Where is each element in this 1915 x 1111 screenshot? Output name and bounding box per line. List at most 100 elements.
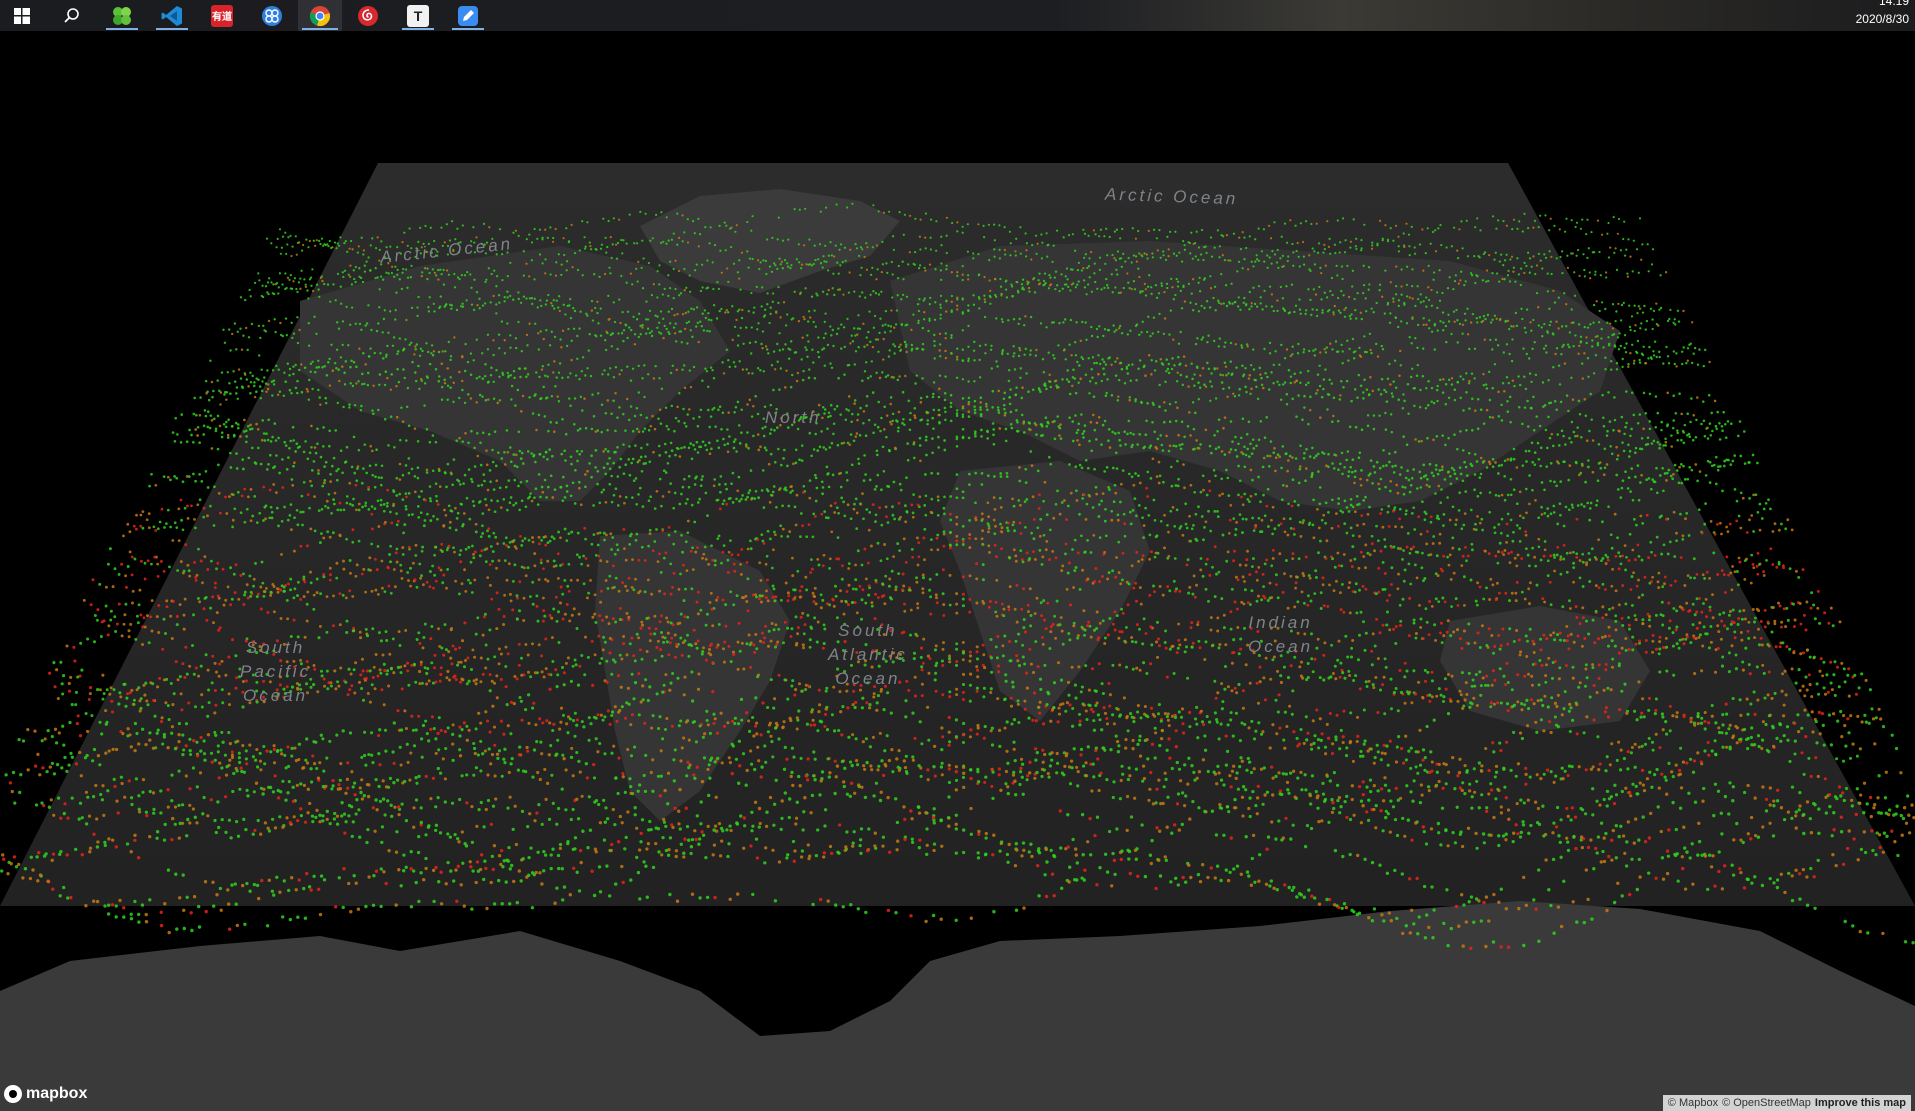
taskbar-app-netease-music[interactable] xyxy=(348,0,388,31)
data-point xyxy=(1163,401,1166,404)
data-point xyxy=(1622,237,1625,241)
data-point xyxy=(1380,377,1384,381)
data-point xyxy=(878,331,881,335)
data-point xyxy=(1365,310,1368,313)
data-point xyxy=(1244,385,1247,389)
data-point xyxy=(1261,308,1264,311)
taskbar-app-typora[interactable]: T xyxy=(398,0,438,31)
data-point xyxy=(746,495,749,499)
data-point xyxy=(758,267,761,271)
data-point xyxy=(745,326,748,329)
data-point xyxy=(1229,341,1233,345)
data-point xyxy=(401,473,405,477)
data-point xyxy=(772,350,776,353)
data-point xyxy=(696,501,700,504)
data-point xyxy=(1640,322,1643,325)
data-point xyxy=(1172,338,1175,341)
windows-start-button[interactable] xyxy=(2,0,42,31)
data-point xyxy=(1580,503,1583,506)
data-point xyxy=(561,376,564,380)
data-point xyxy=(367,256,370,259)
data-point xyxy=(776,360,779,363)
data-point xyxy=(1627,443,1630,447)
data-point xyxy=(445,485,448,489)
data-point xyxy=(1525,511,1528,515)
data-point xyxy=(1572,430,1576,434)
data-point xyxy=(247,385,250,388)
data-point xyxy=(1022,288,1026,291)
data-point xyxy=(1521,422,1524,426)
data-point xyxy=(1389,312,1392,315)
data-point xyxy=(398,278,401,281)
taskbar-app-youdao[interactable]: 有道 xyxy=(202,0,242,31)
data-point xyxy=(917,267,921,270)
data-point xyxy=(673,314,676,317)
data-point xyxy=(1167,449,1171,453)
data-point xyxy=(294,363,297,367)
data-point xyxy=(656,270,659,273)
data-point xyxy=(335,348,339,351)
data-point xyxy=(933,339,936,343)
data-point xyxy=(1408,490,1412,494)
data-point xyxy=(1604,367,1607,371)
data-point xyxy=(992,433,995,437)
data-point xyxy=(558,309,561,313)
data-point xyxy=(812,262,815,266)
data-point xyxy=(1174,444,1178,448)
data-point xyxy=(1615,445,1618,449)
data-point xyxy=(1397,325,1400,329)
data-point xyxy=(708,242,711,245)
data-point xyxy=(1495,272,1499,275)
data-point xyxy=(718,483,721,486)
taskbar-app-clover[interactable] xyxy=(102,0,142,31)
data-point xyxy=(1570,252,1573,255)
data-point xyxy=(305,238,308,241)
data-point xyxy=(475,291,479,294)
data-point xyxy=(667,294,670,298)
search-button[interactable] xyxy=(52,0,92,31)
data-point xyxy=(888,349,891,352)
data-point xyxy=(1166,523,1169,527)
data-point xyxy=(917,309,921,313)
data-point xyxy=(1168,230,1172,234)
data-point xyxy=(573,251,577,255)
data-point xyxy=(247,336,251,339)
taskbar-app-chrome[interactable] xyxy=(298,0,342,31)
data-point xyxy=(770,270,774,273)
data-point xyxy=(288,367,292,371)
taskbar-app-pen[interactable] xyxy=(448,0,488,31)
data-point xyxy=(1155,447,1159,450)
taskbar-app-vscode[interactable] xyxy=(152,0,192,31)
data-point xyxy=(1388,460,1391,464)
data-point xyxy=(1217,299,1220,302)
data-point xyxy=(244,326,248,330)
data-point xyxy=(342,275,345,279)
data-point xyxy=(1316,251,1320,254)
data-point xyxy=(1586,256,1589,260)
data-point xyxy=(417,295,420,299)
data-point xyxy=(258,279,261,282)
data-point xyxy=(1042,499,1045,503)
data-point xyxy=(1007,319,1010,322)
data-point xyxy=(1180,260,1184,263)
data-point xyxy=(1555,408,1558,412)
system-clock[interactable]: 14:19 2020/8/30 xyxy=(1856,0,1909,31)
data-point xyxy=(1066,278,1069,281)
data-point xyxy=(1482,315,1486,318)
data-point xyxy=(321,365,324,369)
data-point xyxy=(432,350,436,353)
map-canvas[interactable]: Arctic Ocean Arctic Ocean North South Pa… xyxy=(0,31,1915,1111)
taskbar-app-blue-grid[interactable] xyxy=(252,0,292,31)
data-point xyxy=(1091,506,1095,509)
data-point xyxy=(1354,350,1357,353)
data-point xyxy=(837,327,840,330)
data-point xyxy=(1468,407,1471,410)
data-point xyxy=(311,360,314,363)
data-point xyxy=(882,211,886,214)
data-point xyxy=(1341,361,1344,365)
data-point xyxy=(1002,403,1006,407)
data-point xyxy=(447,273,451,276)
data-point xyxy=(271,394,274,397)
data-point xyxy=(693,232,696,235)
data-point xyxy=(294,450,297,453)
